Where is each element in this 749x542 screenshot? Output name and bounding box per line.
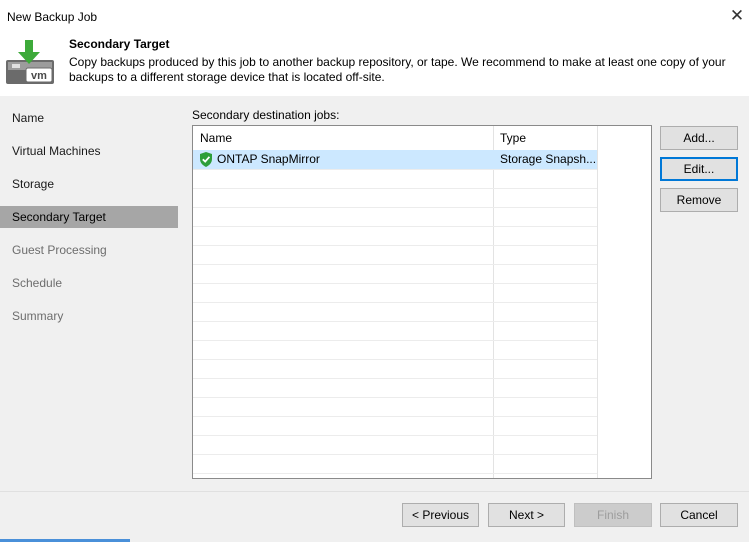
row-divider [193,283,597,284]
sidebar-item-summary: Summary [12,309,64,323]
next-button[interactable]: Next > [488,503,565,527]
row-divider [193,188,597,189]
table-row[interactable]: ONTAP SnapMirror Storage Snapsh... [193,150,597,169]
row-divider [193,359,597,360]
window-title: New Backup Job [7,10,98,24]
vm-backup-icon: vm [6,40,54,84]
edit-button[interactable]: Edit... [660,157,738,181]
add-button[interactable]: Add... [660,126,738,150]
sidebar-item-guest-processing: Guest Processing [12,243,107,257]
row-divider [193,321,597,322]
row-name: ONTAP SnapMirror [217,152,320,166]
header-title: Secondary Target [69,37,170,51]
row-divider [193,473,597,474]
row-divider [193,340,597,341]
row-divider [193,397,597,398]
close-icon[interactable]: ✕ [728,7,746,25]
section-label: Secondary destination jobs: [192,108,340,122]
row-divider [193,226,597,227]
previous-button[interactable]: < Previous [402,503,479,527]
svg-text:vm: vm [31,70,47,82]
row-divider [193,435,597,436]
row-divider [193,207,597,208]
row-type: Storage Snapsh... [500,152,597,166]
green-shield-check-icon [200,152,212,167]
row-divider [193,302,597,303]
cancel-button[interactable]: Cancel [660,503,738,527]
row-divider [193,169,597,170]
column-header-name[interactable]: Name [193,126,493,150]
remove-button[interactable]: Remove [660,188,738,212]
column-header-type[interactable]: Type [493,126,597,150]
sidebar-item-storage[interactable]: Storage [0,173,178,195]
row-divider [193,264,597,265]
sidebar-item-secondary-target[interactable]: Secondary Target [0,206,178,228]
row-divider [193,416,597,417]
row-divider [193,454,597,455]
header-description: Copy backups produced by this job to ano… [69,55,726,84]
destination-jobs-table[interactable]: Name Type ONTAP SnapMirror Storage Snaps… [192,125,652,479]
sidebar-item-schedule: Schedule [12,276,63,290]
column-divider [597,126,598,478]
row-divider [193,245,597,246]
finish-button: Finish [574,503,652,527]
title-bar: New Backup Job ✕ [0,0,749,34]
sidebar-item-name[interactable]: Name [0,107,178,129]
wizard-sidebar: Name Virtual Machines Storage Secondary … [0,96,186,491]
row-divider [193,378,597,379]
sidebar-item-virtual-machines[interactable]: Virtual Machines [0,140,178,162]
